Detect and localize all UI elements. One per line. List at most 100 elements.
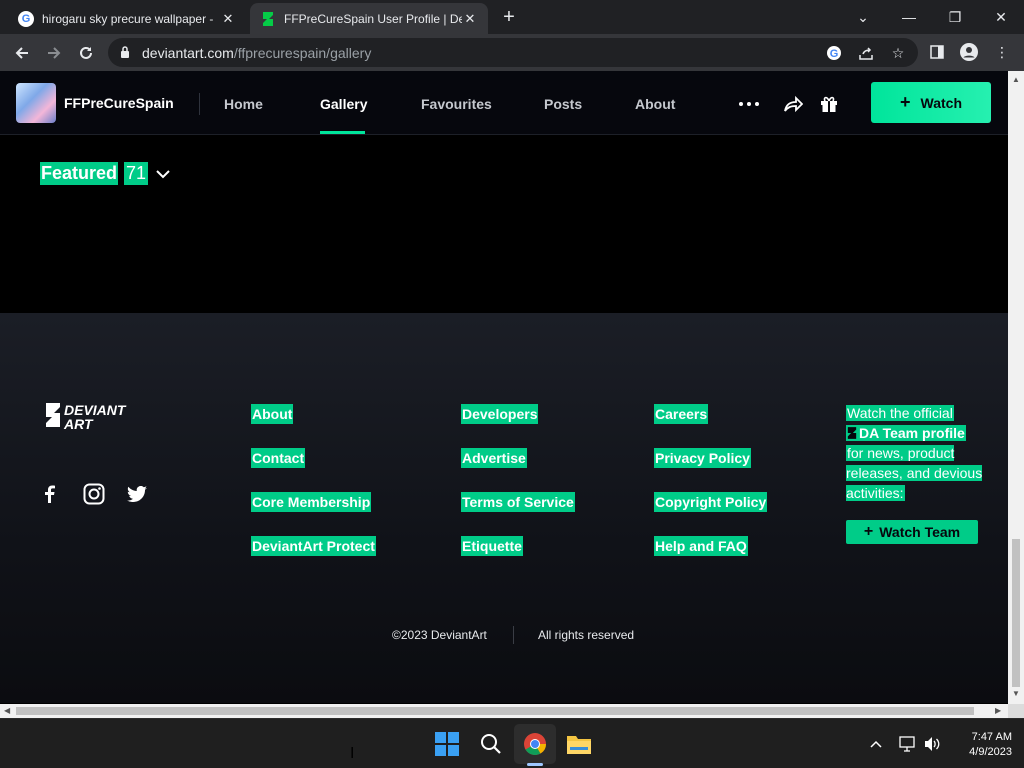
- tab-search-icon[interactable]: ⌄: [840, 4, 886, 30]
- nav-gallery[interactable]: Gallery: [320, 96, 367, 112]
- footer-link-contact[interactable]: Contact: [251, 448, 306, 468]
- browser-tab-1[interactable]: G hirogaru sky precure wallpaper - ✕: [8, 3, 246, 34]
- scroll-right-icon[interactable]: ▶: [995, 706, 1001, 715]
- footer-link-etiquette[interactable]: Etiquette: [461, 536, 523, 556]
- watch-button[interactable]: + Watch: [871, 82, 991, 123]
- browser-toolbar: deviantart.com/ffprecurespain/gallery G …: [0, 34, 1024, 71]
- svg-text:G: G: [830, 48, 839, 60]
- back-icon[interactable]: [9, 40, 35, 66]
- svg-text:ART: ART: [63, 416, 94, 431]
- footer-link-deviantart-protect[interactable]: DeviantArt Protect: [251, 536, 376, 556]
- windows-start-icon[interactable]: [434, 731, 460, 757]
- footer-link-core-membership[interactable]: Core Membership: [251, 492, 372, 512]
- footer-link-developers[interactable]: Developers: [461, 404, 539, 424]
- google-icon: G: [18, 10, 34, 27]
- close-icon[interactable]: ✕: [462, 11, 478, 27]
- nav-home[interactable]: Home: [224, 96, 263, 112]
- horizontal-scrollbar[interactable]: ◀ ▶: [0, 704, 1008, 718]
- folder-name: Featured: [40, 162, 119, 185]
- minimize-button[interactable]: —: [886, 4, 932, 30]
- vertical-scrollbar[interactable]: ▲ ▼: [1008, 71, 1024, 704]
- scroll-down-icon[interactable]: ▼: [1012, 689, 1020, 698]
- chevron-up-icon[interactable]: [867, 736, 885, 752]
- taskbar-running-indicator: [527, 763, 543, 766]
- rights-text: All rights reserved: [538, 628, 635, 642]
- da-team-link[interactable]: DA Team profile: [846, 425, 966, 441]
- profile-header: FFPreCureSpain Home Gallery Favourites P…: [0, 71, 1008, 135]
- watch-label: Watch: [920, 94, 962, 111]
- watch-team-button[interactable]: + Watch Team: [846, 520, 978, 544]
- new-tab-button[interactable]: +: [498, 6, 520, 29]
- da-team-promo: Watch the official DA Team profile for n…: [846, 403, 986, 503]
- bookmark-star-icon[interactable]: ☆: [889, 44, 907, 62]
- lock-icon: [121, 46, 129, 58]
- deviantart-icon: [260, 11, 276, 27]
- menu-kebab-icon[interactable]: ⋮: [993, 43, 1011, 61]
- file-explorer-icon[interactable]: [566, 731, 592, 757]
- active-tab-indicator: [320, 131, 365, 134]
- deviantart-icon: [847, 427, 857, 439]
- scroll-left-icon[interactable]: ◀: [4, 706, 10, 715]
- tab-title: hirogaru sky precure wallpaper -: [42, 11, 214, 26]
- gallery-folder-selector[interactable]: Featured 71: [40, 162, 170, 185]
- clock-time: 7:47 AM: [971, 731, 1012, 743]
- nav-favourites[interactable]: Favourites: [421, 96, 492, 112]
- gallery-content: Featured 71: [0, 136, 1008, 313]
- more-options-icon[interactable]: [737, 93, 761, 115]
- close-window-button[interactable]: ✕: [978, 4, 1024, 30]
- system-clock[interactable]: 7:47 AM 4/9/2023: [950, 730, 1012, 760]
- facebook-icon[interactable]: [38, 483, 60, 505]
- volume-icon[interactable]: [923, 736, 941, 752]
- network-icon[interactable]: [898, 736, 916, 752]
- divider: [513, 626, 514, 644]
- clock-date: 4/9/2023: [969, 746, 1012, 758]
- share-icon[interactable]: [857, 44, 875, 62]
- footer-link-about[interactable]: About: [251, 404, 294, 424]
- chevron-down-icon: [156, 169, 170, 178]
- side-panel-icon[interactable]: [928, 43, 946, 61]
- username[interactable]: FFPreCureSpain: [64, 95, 174, 111]
- share-arrow-icon[interactable]: [781, 93, 805, 115]
- footer-link-terms-of-service[interactable]: Terms of Service: [461, 492, 575, 512]
- forward-icon[interactable]: [41, 40, 67, 66]
- plus-icon: +: [863, 523, 874, 540]
- scrollbar-corner: [1008, 704, 1024, 718]
- browser-tab-strip: G hirogaru sky precure wallpaper - ✕ FFP…: [0, 0, 1024, 34]
- scroll-up-icon[interactable]: ▲: [1012, 75, 1020, 84]
- footer-link-help-faq[interactable]: Help and FAQ: [654, 536, 748, 556]
- google-lens-icon[interactable]: G: [825, 44, 843, 62]
- gift-icon[interactable]: [817, 93, 841, 115]
- restore-button[interactable]: ❐: [932, 4, 978, 30]
- close-icon[interactable]: ✕: [220, 11, 236, 27]
- scrollbar-thumb[interactable]: [16, 707, 974, 715]
- address-bar[interactable]: deviantart.com/ffprecurespain/gallery G …: [108, 38, 918, 67]
- instagram-icon[interactable]: [83, 483, 105, 505]
- promo-prefix: Watch the official: [846, 405, 954, 421]
- footer-link-privacy-policy[interactable]: Privacy Policy: [654, 448, 751, 468]
- windows-taskbar: 7:47 AM 4/9/2023: [0, 718, 1024, 768]
- browser-tab-2[interactable]: FFPreCureSpain User Profile | De ✕: [250, 3, 488, 34]
- nav-about[interactable]: About: [635, 96, 675, 112]
- url-text: deviantart.com/ffprecurespain/gallery: [142, 45, 372, 61]
- folder-count: 71: [124, 162, 149, 185]
- footer-link-careers[interactable]: Careers: [654, 404, 709, 424]
- scrollbar-thumb[interactable]: [1012, 539, 1020, 687]
- deviantart-logo[interactable]: DEVIANT ART: [44, 401, 150, 431]
- plus-icon: +: [900, 92, 911, 112]
- site-footer: DEVIANT ART About Contact Core Membershi…: [0, 313, 1008, 703]
- divider: [199, 93, 200, 115]
- reload-icon[interactable]: [73, 40, 99, 66]
- footer-link-advertise[interactable]: Advertise: [461, 448, 527, 468]
- avatar[interactable]: [16, 83, 56, 123]
- nav-posts[interactable]: Posts: [544, 96, 582, 112]
- tab-title: FFPreCureSpain User Profile | De: [284, 11, 462, 26]
- footer-link-copyright-policy[interactable]: Copyright Policy: [654, 492, 768, 512]
- profile-icon[interactable]: [960, 43, 978, 61]
- copyright-text: ©2023 DeviantArt: [392, 628, 487, 642]
- search-icon[interactable]: [478, 731, 504, 757]
- watch-team-label: Watch Team: [879, 524, 961, 540]
- promo-suffix: for news, product releases, and devious …: [846, 445, 983, 501]
- chrome-icon[interactable]: [522, 731, 548, 757]
- text-cursor-icon: I: [350, 745, 355, 762]
- twitter-icon[interactable]: [126, 483, 148, 505]
